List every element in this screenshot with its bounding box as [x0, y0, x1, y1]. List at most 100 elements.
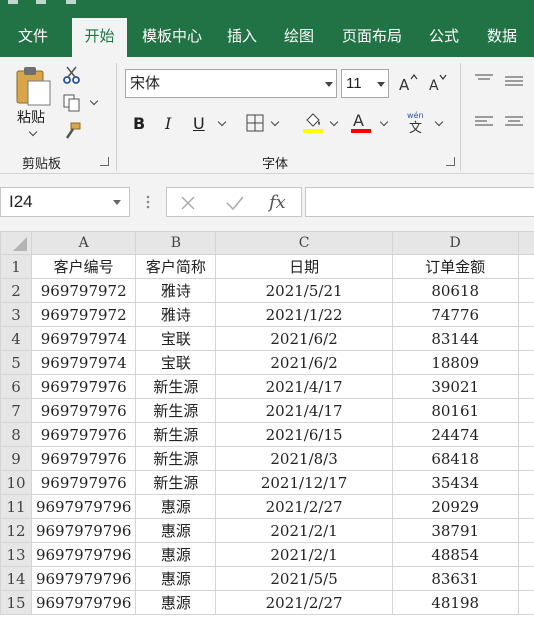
table-cell[interactable] [517, 398, 534, 423]
table-cell[interactable]: 宝联 [135, 350, 217, 375]
tab-insert[interactable]: 插入 [218, 18, 266, 57]
table-cell[interactable]: 969797972 [30, 278, 137, 303]
table-cell[interactable]: 969797976 [30, 374, 137, 399]
table-cell[interactable]: 83631 [391, 566, 519, 591]
table-cell[interactable]: 2021/2/1 [215, 518, 393, 543]
confirm-entry-icon[interactable] [225, 194, 245, 212]
borders-icon[interactable] [246, 114, 264, 132]
table-cell[interactable]: 新生源 [135, 374, 217, 399]
tab-file[interactable]: 文件 [8, 18, 58, 57]
copy-dropdown-chevron-icon[interactable] [89, 96, 99, 106]
table-cell[interactable]: 2021/2/27 [215, 590, 393, 615]
table-cell[interactable]: 68418 [391, 446, 519, 471]
table-cell[interactable]: 惠源 [135, 566, 217, 591]
table-cell[interactable]: 2021/6/2 [215, 326, 393, 351]
table-cell[interactable]: 38791 [391, 518, 519, 543]
column-header-d[interactable]: D [391, 231, 519, 255]
row-header[interactable]: 12 [0, 518, 32, 543]
bold-button[interactable]: B [133, 114, 145, 133]
table-cell[interactable]: 惠源 [135, 542, 217, 567]
tab-template-center[interactable]: 模板中心 [134, 18, 210, 57]
table-cell[interactable]: 969797976 [30, 446, 137, 471]
table-cell[interactable] [517, 254, 534, 279]
table-cell[interactable]: 宝联 [135, 326, 217, 351]
more-options-icon[interactable] [145, 194, 151, 210]
borders-dropdown-chevron-icon[interactable] [270, 117, 280, 127]
tab-draw[interactable]: 绘图 [275, 18, 323, 57]
underline-button[interactable]: U [193, 114, 205, 133]
row-header[interactable]: 5 [0, 350, 32, 375]
table-cell[interactable] [517, 278, 534, 303]
table-cell[interactable]: 9697979796 [30, 542, 137, 567]
table-cell[interactable]: 35434 [391, 470, 519, 495]
table-cell[interactable]: 9697979796 [30, 590, 137, 615]
row-header[interactable]: 15 [0, 590, 32, 615]
table-cell[interactable]: 9697979796 [30, 566, 137, 591]
row-header[interactable]: 2 [0, 278, 32, 303]
column-header-a[interactable]: A [30, 231, 137, 255]
table-cell[interactable] [517, 446, 534, 471]
table-cell[interactable]: 雅诗 [135, 278, 217, 303]
table-cell[interactable]: 20929 [391, 494, 519, 519]
row-header[interactable]: 7 [0, 398, 32, 423]
table-cell[interactable]: 24474 [391, 422, 519, 447]
paste-button[interactable]: 粘贴 [17, 107, 45, 127]
table-cell[interactable]: 2021/2/27 [215, 494, 393, 519]
table-cell[interactable]: 惠源 [135, 518, 217, 543]
column-header-e[interactable] [517, 231, 534, 255]
name-box-dropdown-icon[interactable] [113, 200, 121, 205]
table-cell[interactable]: 2021/2/1 [215, 542, 393, 567]
table-cell[interactable]: 2021/8/3 [215, 446, 393, 471]
table-cell[interactable]: 969797976 [30, 398, 137, 423]
row-header[interactable]: 6 [0, 374, 32, 399]
table-cell[interactable]: 新生源 [135, 398, 217, 423]
table-cell[interactable] [517, 422, 534, 447]
formula-input[interactable] [305, 187, 534, 217]
cancel-entry-icon[interactable] [179, 194, 197, 212]
row-header[interactable]: 10 [0, 470, 32, 495]
paste-dropdown-chevron-icon[interactable] [28, 127, 38, 137]
phonetic-dropdown-chevron-icon[interactable] [434, 117, 444, 127]
align-left-icon[interactable] [474, 115, 494, 129]
table-cell[interactable]: 9697979796 [30, 494, 137, 519]
column-header-c[interactable]: C [215, 231, 393, 255]
table-cell[interactable] [517, 590, 534, 615]
table-cell[interactable]: 18809 [391, 350, 519, 375]
table-cell[interactable] [517, 374, 534, 399]
table-cell[interactable]: 订单金额 [391, 254, 519, 279]
worksheet-grid[interactable]: A B C D 1 客户编号 客户简称 日期 订单金额 2 969797972 雅诗 2021/… [0, 231, 534, 621]
align-top-icon[interactable] [474, 73, 494, 87]
select-all-corner[interactable] [0, 231, 32, 255]
clipboard-launcher-icon[interactable] [100, 157, 109, 166]
phonetic-guide-icon[interactable]: wén 文 [405, 109, 429, 135]
row-header[interactable]: 14 [0, 566, 32, 591]
row-header[interactable]: 3 [0, 302, 32, 327]
table-cell[interactable]: 2021/6/2 [215, 350, 393, 375]
tab-page-layout[interactable]: 页面布局 [334, 18, 410, 57]
table-cell[interactable]: 新生源 [135, 470, 217, 495]
table-cell[interactable]: 48198 [391, 590, 519, 615]
quick-access-icon[interactable] [36, 0, 46, 4]
table-cell[interactable] [517, 302, 534, 327]
row-header[interactable]: 13 [0, 542, 32, 567]
fill-color-icon[interactable] [302, 111, 324, 133]
table-cell[interactable] [517, 494, 534, 519]
italic-button[interactable]: I [165, 114, 171, 133]
font-color-dropdown-chevron-icon[interactable] [379, 117, 389, 127]
table-cell[interactable]: 80618 [391, 278, 519, 303]
table-cell[interactable]: 969797976 [30, 422, 137, 447]
table-cell[interactable] [517, 350, 534, 375]
font-name-select[interactable]: 宋体 [125, 69, 337, 98]
table-cell[interactable]: 客户简称 [135, 254, 217, 279]
table-cell[interactable]: 2021/4/17 [215, 398, 393, 423]
format-painter-icon[interactable] [62, 121, 82, 141]
table-cell[interactable]: 39021 [391, 374, 519, 399]
cut-icon[interactable] [62, 65, 82, 85]
tab-formulas[interactable]: 公式 [420, 18, 468, 57]
quick-access-icon[interactable] [8, 0, 18, 4]
insert-function-icon[interactable]: fx [268, 190, 290, 214]
table-cell[interactable]: 74776 [391, 302, 519, 327]
row-header[interactable]: 4 [0, 326, 32, 351]
table-cell[interactable]: 2021/4/17 [215, 374, 393, 399]
table-cell[interactable]: 2021/5/21 [215, 278, 393, 303]
